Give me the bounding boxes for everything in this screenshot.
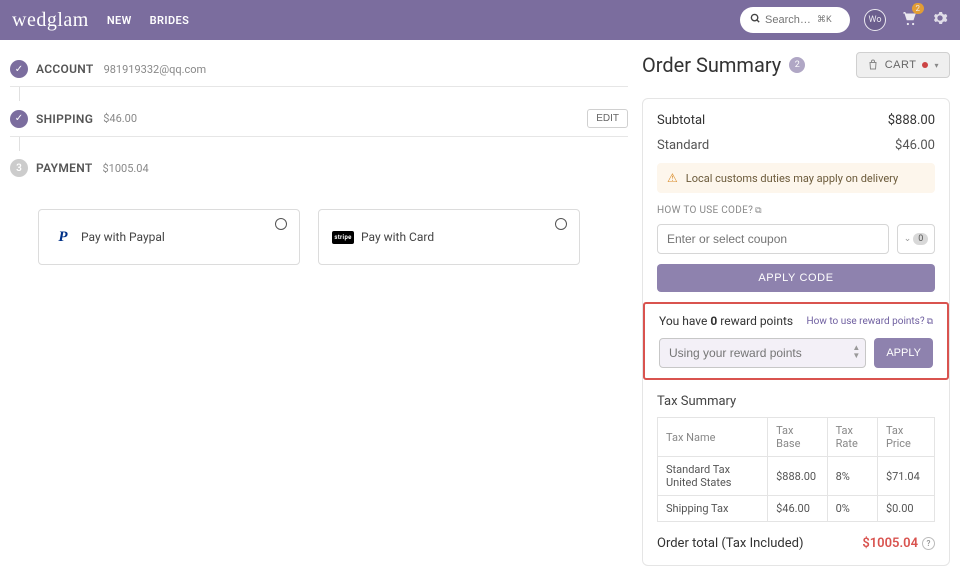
reward-points-box: You have 0 reward points How to use rewa… <box>643 302 949 380</box>
reward-howto-link[interactable]: How to use reward points?⧉ <box>807 316 933 327</box>
apply-code-button[interactable]: APPLY CODE <box>657 264 935 292</box>
cart-badge: 2 <box>912 3 925 14</box>
step-account: ✓ ACCOUNT 981919332@qq.com <box>10 52 628 87</box>
check-icon: ✓ <box>10 110 28 128</box>
chevron-down-icon: ▾ <box>934 61 939 70</box>
step-payment-value: $1005.04 <box>103 162 149 175</box>
howto-code-link[interactable]: HOW TO USE CODE?⧉ <box>657 205 935 216</box>
search-shortcut: ⌘K <box>817 15 832 25</box>
order-summary: Order Summary 2 CART ▾ Subtotal $888.00 … <box>642 52 950 566</box>
step-payment: 3 PAYMENT $1005.04 <box>10 151 628 185</box>
top-bar: wedglam NEW BRIDES ⌘K Wo 2 <box>0 0 960 40</box>
tax-header: Tax Rate <box>827 418 877 457</box>
summary-title: Order Summary <box>642 53 781 77</box>
subtotal-line: Subtotal $888.00 <box>657 113 935 128</box>
customs-text: Local customs duties may apply on delive… <box>686 172 898 185</box>
shipping-line: Standard $46.00 <box>657 138 935 153</box>
edit-shipping-button[interactable]: EDIT <box>587 109 628 128</box>
order-total-line: Order total (Tax Included) $1005.04 ? <box>657 536 935 551</box>
reward-text: You have 0 reward points <box>659 314 793 328</box>
settings-icon[interactable] <box>932 10 948 30</box>
step-payment-label: PAYMENT <box>36 161 93 175</box>
checkout-steps: ✓ ACCOUNT 981919332@qq.com ✓ SHIPPING $4… <box>10 52 628 566</box>
coupon-dropdown-button[interactable]: ⌄ 0 <box>897 224 935 254</box>
apply-reward-button[interactable]: APPLY <box>874 338 933 368</box>
radio-icon <box>275 218 287 230</box>
avatar[interactable]: Wo <box>864 9 886 31</box>
payment-options: P Pay with Paypal stripe Pay with Card <box>38 209 628 265</box>
reward-points-input[interactable] <box>659 338 866 368</box>
cart-icon[interactable]: 2 <box>900 9 918 31</box>
order-total-value: $1005.04 <box>862 536 918 551</box>
tax-header: Tax Name <box>658 418 768 457</box>
pay-card-label: Pay with Card <box>361 230 434 244</box>
external-link-icon: ⧉ <box>755 206 762 216</box>
stripe-icon: stripe <box>333 227 353 247</box>
pay-paypal-option[interactable]: P Pay with Paypal <box>38 209 300 265</box>
cart-dropdown-button[interactable]: CART ▾ <box>856 52 950 78</box>
nav-new[interactable]: NEW <box>107 14 132 27</box>
paypal-icon: P <box>53 227 73 247</box>
step-shipping: ✓ SHIPPING $46.00 EDIT <box>10 101 628 137</box>
table-row: Shipping Tax $46.00 0% $0.00 <box>658 496 935 522</box>
summary-count-badge: 2 <box>789 57 805 73</box>
search-input[interactable] <box>765 14 817 26</box>
tax-table: Tax Name Tax Base Tax Rate Tax Price Sta… <box>657 417 935 522</box>
cart-dot-icon <box>922 62 928 68</box>
step-number-icon: 3 <box>10 159 28 177</box>
stepper-icon[interactable]: ▲▼ <box>852 344 860 360</box>
subtotal-value: $888.00 <box>888 113 935 128</box>
external-link-icon: ⧉ <box>927 317 933 327</box>
standard-label: Standard <box>657 138 709 153</box>
chevron-down-icon: ⌄ <box>904 234 912 244</box>
radio-icon <box>555 218 567 230</box>
coupon-count-badge: 0 <box>913 233 928 245</box>
step-connector <box>19 137 20 151</box>
step-connector <box>19 87 20 101</box>
subtotal-label: Subtotal <box>657 113 705 128</box>
pay-paypal-label: Pay with Paypal <box>81 230 165 244</box>
bag-icon <box>867 59 879 71</box>
step-shipping-label: SHIPPING <box>36 112 93 126</box>
search-box[interactable]: ⌘K <box>740 7 850 33</box>
check-icon: ✓ <box>10 60 28 78</box>
pay-card-option[interactable]: stripe Pay with Card <box>318 209 580 265</box>
info-icon[interactable]: ? <box>922 537 935 550</box>
tax-header: Tax Price <box>877 418 934 457</box>
search-icon <box>750 13 761 27</box>
step-shipping-value: $46.00 <box>103 112 137 125</box>
order-total-label: Order total (Tax Included) <box>657 536 804 551</box>
standard-value: $46.00 <box>895 138 935 153</box>
coupon-input[interactable] <box>657 224 889 254</box>
tax-header: Tax Base <box>768 418 827 457</box>
brand-logo[interactable]: wedglam <box>12 9 89 32</box>
step-account-value: 981919332@qq.com <box>104 63 207 76</box>
cart-label: CART <box>885 59 917 71</box>
warning-icon: ⚠ <box>667 171 678 185</box>
tax-summary-title: Tax Summary <box>657 394 935 409</box>
step-account-label: ACCOUNT <box>36 62 94 76</box>
nav-brides[interactable]: BRIDES <box>150 14 190 27</box>
table-row: Standard Tax United States $888.00 8% $7… <box>658 457 935 496</box>
customs-warning: ⚠ Local customs duties may apply on deli… <box>657 163 935 193</box>
